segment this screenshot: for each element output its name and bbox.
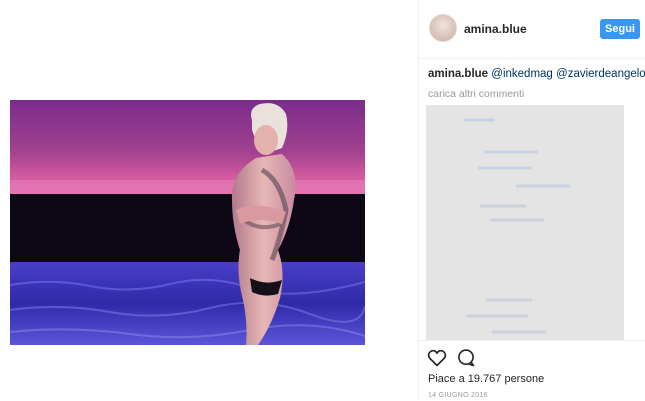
obscured-text: ▂▂▂▂▂▂▂ xyxy=(492,323,546,334)
caption-username[interactable]: amina.blue xyxy=(428,68,488,80)
obscured-text: ▂▂▂▂▂▂ xyxy=(486,291,533,302)
load-more-comments-link[interactable]: carica altri commenti xyxy=(428,88,524,100)
obscured-text: ▂▂▂▂▂▂ xyxy=(480,197,527,208)
obscured-text: ▂▂▂▂▂▂▂ xyxy=(516,177,570,188)
obscured-text: ▂▂▂▂▂▂▂▂ xyxy=(466,307,528,318)
post-actions: Piace a 19.767 persone 14 GIUGNO 2016 xyxy=(419,340,645,401)
photo-image xyxy=(10,100,365,345)
post-date: 14 GIUGNO 2016 xyxy=(428,392,488,399)
obscured-text: ▂▂▂▂ xyxy=(464,111,495,122)
comments-placeholder: ▂▂▂▂ ▂▂▂▂▂▂▂ ▂▂▂▂▂▂▂ ▂▂▂▂▂▂▂ ▂▂▂▂▂▂ ▂▂▂▂… xyxy=(426,105,624,340)
comment-icon[interactable] xyxy=(456,348,476,368)
likes-count[interactable]: Piace a 19.767 persone xyxy=(428,373,544,385)
username-link[interactable]: amina.blue xyxy=(464,22,527,36)
follow-button[interactable]: Segui xyxy=(600,19,640,39)
heart-icon[interactable] xyxy=(427,348,447,368)
obscured-text: ▂▂▂▂▂▂▂ xyxy=(484,143,538,154)
avatar[interactable] xyxy=(429,14,457,42)
caption-mention-zavierdeangelo[interactable]: @zavierdeangelo xyxy=(556,68,645,80)
media-area xyxy=(0,0,418,400)
caption-mention-inkedmag[interactable]: @inkedmag xyxy=(491,68,553,80)
post-photo[interactable] xyxy=(10,100,365,345)
post-caption: amina.blue @inkedmag @zavierdeangelo xyxy=(428,68,645,80)
post-sidebar: amina.blue Segui amina.blue @inkedmag @z… xyxy=(418,0,645,400)
obscured-text: ▂▂▂▂▂▂▂ xyxy=(478,159,532,170)
post-header: amina.blue Segui xyxy=(419,0,645,59)
obscured-text: ▂▂▂▂▂▂▂ xyxy=(490,211,544,222)
